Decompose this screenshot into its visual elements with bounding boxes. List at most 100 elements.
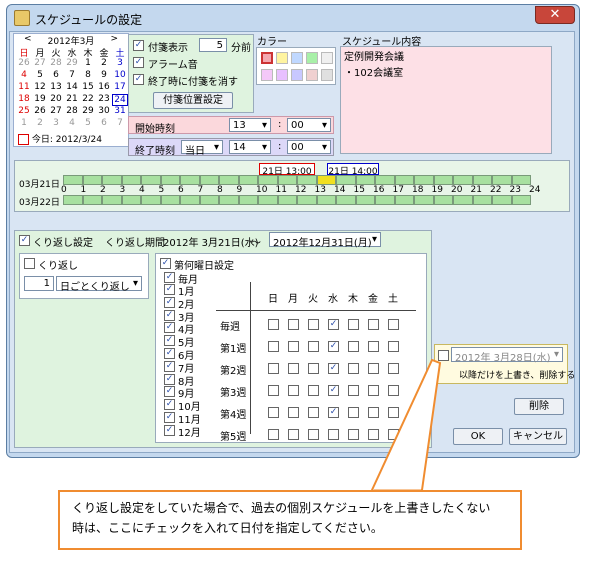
interval-select[interactable]: 日ごとくり返し ▾ [56,276,142,293]
calendar-day[interactable]: 13 [48,82,64,92]
month-all-checkbox[interactable]: ✓ [164,272,175,283]
weekday-checkbox[interactable] [368,429,379,440]
timeline-slot[interactable] [160,175,180,185]
color-swatch[interactable] [291,69,303,81]
weekday-checkbox[interactable] [368,407,379,418]
timeline-slot[interactable] [258,175,278,185]
calendar-day[interactable]: 16 [96,82,112,92]
calendar-day[interactable]: 30 [96,106,112,116]
weekday-checkbox[interactable] [348,363,359,374]
weekday-checkbox[interactable] [388,319,399,330]
timeline-slot[interactable] [394,175,414,185]
timeline-slot[interactable] [82,175,102,185]
month-checkbox[interactable]: ✓ [164,386,175,398]
color-swatch[interactable] [261,69,273,81]
timeline-slot[interactable] [199,175,219,185]
weekday-checkbox[interactable] [288,363,299,374]
weekday-checkbox[interactable]: ✓ [328,385,339,396]
color-swatch[interactable] [276,69,288,81]
timeline-slot[interactable] [219,195,239,205]
period-end-picker[interactable]: 2012年12月31日(月) ▾ [269,232,381,249]
override-checkbox[interactable] [438,350,449,361]
month-checkbox[interactable]: ✓ [164,360,175,372]
calendar-day[interactable]: 6 [48,70,64,80]
close-button[interactable]: ✕ [535,6,575,24]
timeline-slot[interactable] [121,175,141,185]
timeline-slot[interactable] [219,175,239,185]
minutes-input[interactable]: 5 [199,38,227,52]
timeline-slot[interactable] [141,195,161,205]
timeline-slot[interactable] [433,195,453,205]
timeline-slot[interactable] [102,175,122,185]
calendar-day[interactable]: 7 [64,70,80,80]
weekday-checkbox[interactable] [288,341,299,352]
weekday-checkbox[interactable] [268,341,279,352]
weekday-checkbox[interactable] [288,407,299,418]
timeline-slot[interactable] [277,175,297,185]
timeline-slot[interactable] [63,195,83,205]
weekday-checkbox[interactable] [328,429,339,440]
timeline-slot[interactable] [414,195,434,205]
weekday-checkbox[interactable] [368,385,379,396]
weekday-checkbox[interactable] [268,429,279,440]
calendar-day[interactable]: 24 [112,94,128,106]
color-swatch[interactable] [291,52,303,64]
month-checkbox[interactable]: ✓ [164,322,175,334]
timeline-slot[interactable] [472,195,492,205]
timeline-slot[interactable] [102,195,122,205]
timeline-slot[interactable] [121,195,141,205]
calendar-day[interactable]: 20 [48,94,64,104]
color-swatch[interactable] [261,52,273,64]
weekday-checkbox[interactable] [268,319,279,330]
timeline-slot[interactable] [375,195,395,205]
timeline-slot[interactable] [414,175,434,185]
calendar-day[interactable]: 14 [64,82,80,92]
calendar-day[interactable]: 25 [16,106,32,116]
calendar-day[interactable]: 22 [80,94,96,104]
weekday-checkbox[interactable] [368,319,379,330]
start-minute-select[interactable]: 00 ▾ [287,118,331,132]
weekday-checkbox[interactable] [288,319,299,330]
calendar-day[interactable]: 4 [16,70,32,80]
weekday-checkbox[interactable] [368,363,379,374]
calendar-day[interactable]: 26 [32,106,48,116]
timeline-slot[interactable] [433,175,453,185]
calendar-day[interactable]: 9 [96,70,112,80]
calendar-day[interactable]: 28 [48,58,64,68]
weekday-checkbox[interactable] [268,363,279,374]
cancel-button[interactable]: キャンセル [509,428,567,445]
color-swatch[interactable] [306,52,318,64]
calendar-day[interactable]: 1 [16,118,32,128]
weekday-checkbox[interactable] [388,341,399,352]
weekday-checkbox[interactable] [388,385,399,396]
timeline-slot[interactable] [511,175,531,185]
calendar-day[interactable]: 19 [32,94,48,104]
timeline-slot[interactable] [238,195,258,205]
end-day-select[interactable]: 当日 ▾ [181,140,223,157]
timeline-slot[interactable] [355,175,375,185]
timeline-slot[interactable] [355,195,375,205]
weekday-checkbox[interactable]: ✓ [328,341,339,352]
month-checkbox[interactable]: ✓ [164,412,175,423]
timeline-slot[interactable] [336,175,356,185]
sticky-checkbox[interactable]: ✓ [133,40,144,51]
month-checkbox[interactable]: ✓ [164,284,175,295]
calendar-day[interactable]: 7 [112,118,128,128]
calendar-day[interactable]: 28 [64,106,80,116]
calendar-day[interactable]: 29 [80,106,96,116]
start-hour-select[interactable]: 13 ▾ [229,118,271,132]
schedule-textarea[interactable]: 定例開発会議 ・102会議室 [340,46,552,154]
weekday-checkbox[interactable] [348,319,359,330]
erase-checkbox[interactable]: ✓ [133,74,144,85]
timeline-slot[interactable] [453,195,473,205]
calendar-day[interactable]: 26 [16,58,32,68]
calendar-day[interactable]: 12 [32,82,48,92]
end-minute-select[interactable]: 00 ▾ [287,140,331,154]
calendar-day[interactable]: 3 [48,118,64,128]
month-checkbox[interactable]: ✓ [164,309,175,321]
calendar-day[interactable]: 5 [80,118,96,128]
weekday-checkbox[interactable] [308,319,319,330]
timeline-slot[interactable] [160,195,180,205]
calendar-day[interactable]: 27 [32,58,48,68]
weekday-checkbox[interactable] [308,407,319,418]
